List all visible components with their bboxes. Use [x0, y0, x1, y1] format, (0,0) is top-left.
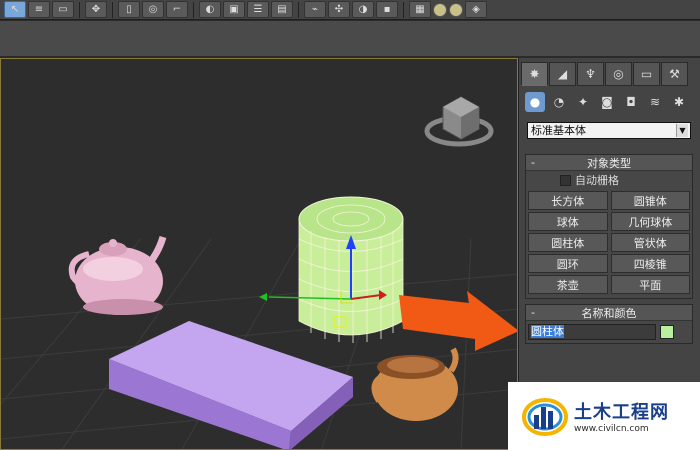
civilcn-logo-icon: [522, 398, 568, 436]
box-button[interactable]: 长方体: [528, 191, 608, 210]
cylinder-button[interactable]: 圆柱体: [528, 233, 608, 252]
teapot-button[interactable]: 茶壶: [528, 275, 608, 294]
geometry-type-dropdown[interactable]: 标准基本体 ▼: [527, 122, 691, 139]
cameras-icon[interactable]: ◙: [597, 92, 617, 112]
region-select-icon[interactable]: ▭: [52, 1, 74, 18]
systems-icon[interactable]: ✱: [669, 92, 689, 112]
rollout-title: 对象类型: [587, 156, 631, 170]
object-type-rollout: - 对象类型 自动栅格 长方体 圆锥体 球体 几何球体 圆柱体 管状体 圆环 四…: [525, 154, 693, 299]
shapes-icon[interactable]: ◔: [549, 92, 569, 112]
layer-icon[interactable]: ☰: [247, 1, 269, 18]
sphere-button[interactable]: 球体: [528, 212, 608, 231]
main-toolbar: ↖ ≡ ▭ ✥ ▯ ◎ ⌐ ◐ ▣ ☰ ▤ ⌁ ✣ ◑ ▪ ▦ ◈: [0, 0, 700, 20]
primitive-buttons: 长方体 圆锥体 球体 几何球体 圆柱体 管状体 圆环 四棱锥 茶壶 平面: [526, 189, 692, 298]
mirror-icon[interactable]: ◐: [199, 1, 221, 18]
chevron-down-icon[interactable]: ▼: [676, 124, 688, 137]
percent-snap-icon[interactable]: ⌐: [166, 1, 188, 18]
render-frame-icon[interactable]: ▦: [409, 1, 431, 18]
tube-button[interactable]: 管状体: [610, 233, 690, 252]
autogrid-label: 自动栅格: [575, 174, 619, 187]
scene-explorer-icon[interactable]: ▤: [271, 1, 293, 18]
toolbar-separator: [79, 1, 80, 18]
watermark-url: www.civilcn.com: [574, 424, 649, 434]
torus-button[interactable]: 圆环: [528, 254, 608, 273]
utilities-tab-icon[interactable]: ⚒: [661, 62, 688, 86]
hierarchy-tab-icon[interactable]: ♆: [577, 62, 604, 86]
render-iterative-icon[interactable]: [449, 2, 463, 17]
pyramid-button[interactable]: 四棱锥: [610, 254, 690, 273]
cone-button[interactable]: 圆锥体: [610, 191, 690, 210]
curve-editor-icon[interactable]: ⌁: [304, 1, 326, 18]
annotation-arrow: [399, 291, 517, 351]
perspective-viewport[interactable]: [0, 58, 518, 450]
dropdown-value: 标准基本体: [531, 124, 586, 137]
select-by-name-icon[interactable]: ≡: [28, 1, 50, 18]
select-tool-icon[interactable]: ↖: [4, 1, 26, 18]
schematic-view-icon[interactable]: ✣: [328, 1, 350, 18]
object-color-swatch[interactable]: [660, 325, 674, 339]
autogrid-row: 自动栅格: [526, 171, 692, 189]
display-tab-icon[interactable]: ▭: [633, 62, 660, 86]
plane-button[interactable]: 平面: [610, 275, 690, 294]
object-type-header[interactable]: - 对象类型: [526, 155, 692, 171]
lights-icon[interactable]: ✦: [573, 92, 593, 112]
teapot-pink[interactable]: [68, 235, 167, 315]
teapot-orange[interactable]: [371, 347, 459, 421]
object-name-value: 圆柱体: [531, 325, 564, 338]
align-icon[interactable]: ▣: [223, 1, 245, 18]
snap-icon[interactable]: ▯: [118, 1, 140, 18]
name-color-rollout: - 名称和颜色 圆柱体: [525, 304, 693, 344]
ribbon-strip: [0, 21, 700, 57]
modify-tab-icon[interactable]: ◢: [549, 62, 576, 86]
geometry-icon[interactable]: ●: [525, 92, 545, 112]
viewcube[interactable]: [424, 96, 494, 147]
create-categories: ● ◔ ✦ ◙ ◘ ≋ ✱: [525, 92, 689, 112]
name-color-header[interactable]: - 名称和颜色: [526, 305, 692, 321]
command-panel-tabs: ✸ ◢ ♆ ◎ ▭ ⚒: [521, 62, 688, 86]
motion-tab-icon[interactable]: ◎: [605, 62, 632, 86]
toolbar-separator: [193, 1, 194, 18]
toolbar-separator: [298, 1, 299, 18]
watermark-text: 土木工程网 www.civilcn.com: [574, 398, 669, 434]
angle-snap-icon[interactable]: ◎: [142, 1, 164, 18]
max-window: ↖ ≡ ▭ ✥ ▯ ◎ ⌐ ◐ ▣ ☰ ▤ ⌁ ✣ ◑ ▪ ▦ ◈ ✸ ◢ ♆ …: [0, 0, 700, 450]
name-row: 圆柱体: [526, 321, 692, 343]
move-tool-icon[interactable]: ✥: [85, 1, 107, 18]
watermark-title: 土木工程网: [574, 402, 669, 423]
object-name-input[interactable]: 圆柱体: [528, 324, 656, 340]
toolbar-separator: [112, 1, 113, 18]
render-online-icon[interactable]: ◈: [465, 1, 487, 18]
watermark: 土木工程网 www.civilcn.com: [508, 382, 700, 450]
autogrid-checkbox[interactable]: [560, 174, 571, 186]
render-setup-icon[interactable]: ▪: [376, 1, 398, 18]
create-tab-icon[interactable]: ✸: [521, 62, 548, 86]
rollout-title: 名称和颜色: [581, 306, 637, 320]
material-editor-icon[interactable]: ◑: [352, 1, 374, 18]
geosphere-button[interactable]: 几何球体: [610, 212, 690, 231]
render-production-icon[interactable]: [433, 2, 447, 17]
helpers-icon[interactable]: ◘: [621, 92, 641, 112]
space-warps-icon[interactable]: ≋: [645, 92, 665, 112]
toolbar-separator: [403, 1, 404, 18]
viewport-scene: [1, 96, 517, 450]
box-purple[interactable]: [109, 321, 353, 450]
